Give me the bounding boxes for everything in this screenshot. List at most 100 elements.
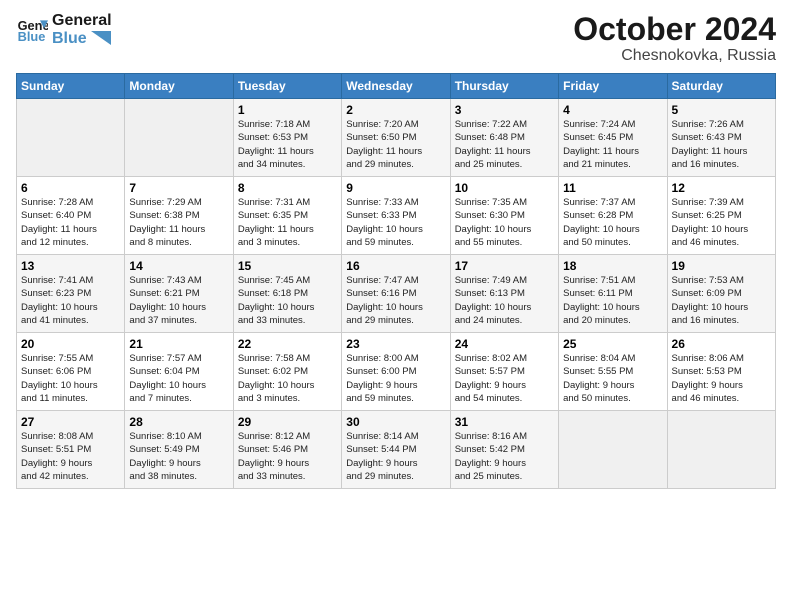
- day-info: Sunrise: 7:31 AM Sunset: 6:35 PM Dayligh…: [238, 196, 337, 249]
- day-cell: 24Sunrise: 8:02 AM Sunset: 5:57 PM Dayli…: [450, 333, 558, 411]
- day-cell: [125, 99, 233, 177]
- logo-arrow-icon: [91, 31, 111, 45]
- day-cell: 17Sunrise: 7:49 AM Sunset: 6:13 PM Dayli…: [450, 255, 558, 333]
- day-info: Sunrise: 7:41 AM Sunset: 6:23 PM Dayligh…: [21, 274, 120, 327]
- day-number: 20: [21, 337, 120, 351]
- day-number: 18: [563, 259, 662, 273]
- day-number: 28: [129, 415, 228, 429]
- day-cell: 8Sunrise: 7:31 AM Sunset: 6:35 PM Daylig…: [233, 177, 341, 255]
- day-number: 31: [455, 415, 554, 429]
- day-number: 6: [21, 181, 120, 195]
- calendar-table: Sunday Monday Tuesday Wednesday Thursday…: [16, 73, 776, 489]
- day-cell: 18Sunrise: 7:51 AM Sunset: 6:11 PM Dayli…: [559, 255, 667, 333]
- day-info: Sunrise: 7:20 AM Sunset: 6:50 PM Dayligh…: [346, 118, 445, 171]
- month-title: October 2024: [573, 12, 776, 47]
- header: General Blue General Blue October 2024 C…: [16, 12, 776, 65]
- day-info: Sunrise: 8:16 AM Sunset: 5:42 PM Dayligh…: [455, 430, 554, 483]
- day-number: 9: [346, 181, 445, 195]
- day-number: 24: [455, 337, 554, 351]
- day-number: 27: [21, 415, 120, 429]
- day-number: 1: [238, 103, 337, 117]
- day-number: 30: [346, 415, 445, 429]
- day-number: 2: [346, 103, 445, 117]
- day-info: Sunrise: 7:28 AM Sunset: 6:40 PM Dayligh…: [21, 196, 120, 249]
- day-cell: 16Sunrise: 7:47 AM Sunset: 6:16 PM Dayli…: [342, 255, 450, 333]
- day-cell: 1Sunrise: 7:18 AM Sunset: 6:53 PM Daylig…: [233, 99, 341, 177]
- col-thursday: Thursday: [450, 74, 558, 99]
- day-info: Sunrise: 8:12 AM Sunset: 5:46 PM Dayligh…: [238, 430, 337, 483]
- logo: General Blue General Blue: [16, 12, 112, 47]
- week-row-0: 1Sunrise: 7:18 AM Sunset: 6:53 PM Daylig…: [17, 99, 776, 177]
- day-cell: 11Sunrise: 7:37 AM Sunset: 6:28 PM Dayli…: [559, 177, 667, 255]
- day-number: 22: [238, 337, 337, 351]
- day-cell: [559, 411, 667, 489]
- day-cell: 9Sunrise: 7:33 AM Sunset: 6:33 PM Daylig…: [342, 177, 450, 255]
- day-info: Sunrise: 7:33 AM Sunset: 6:33 PM Dayligh…: [346, 196, 445, 249]
- day-info: Sunrise: 7:43 AM Sunset: 6:21 PM Dayligh…: [129, 274, 228, 327]
- day-cell: 10Sunrise: 7:35 AM Sunset: 6:30 PM Dayli…: [450, 177, 558, 255]
- day-info: Sunrise: 8:00 AM Sunset: 6:00 PM Dayligh…: [346, 352, 445, 405]
- day-cell: 12Sunrise: 7:39 AM Sunset: 6:25 PM Dayli…: [667, 177, 775, 255]
- day-cell: 31Sunrise: 8:16 AM Sunset: 5:42 PM Dayli…: [450, 411, 558, 489]
- day-number: 5: [672, 103, 771, 117]
- day-cell: 29Sunrise: 8:12 AM Sunset: 5:46 PM Dayli…: [233, 411, 341, 489]
- day-info: Sunrise: 8:14 AM Sunset: 5:44 PM Dayligh…: [346, 430, 445, 483]
- col-friday: Friday: [559, 74, 667, 99]
- day-cell: 4Sunrise: 7:24 AM Sunset: 6:45 PM Daylig…: [559, 99, 667, 177]
- week-row-4: 27Sunrise: 8:08 AM Sunset: 5:51 PM Dayli…: [17, 411, 776, 489]
- day-cell: 25Sunrise: 8:04 AM Sunset: 5:55 PM Dayli…: [559, 333, 667, 411]
- day-cell: 2Sunrise: 7:20 AM Sunset: 6:50 PM Daylig…: [342, 99, 450, 177]
- day-info: Sunrise: 7:51 AM Sunset: 6:11 PM Dayligh…: [563, 274, 662, 327]
- day-info: Sunrise: 7:24 AM Sunset: 6:45 PM Dayligh…: [563, 118, 662, 171]
- day-cell: 3Sunrise: 7:22 AM Sunset: 6:48 PM Daylig…: [450, 99, 558, 177]
- page: General Blue General Blue October 2024 C…: [0, 0, 792, 612]
- day-info: Sunrise: 8:08 AM Sunset: 5:51 PM Dayligh…: [21, 430, 120, 483]
- svg-text:Blue: Blue: [18, 29, 46, 44]
- day-cell: 5Sunrise: 7:26 AM Sunset: 6:43 PM Daylig…: [667, 99, 775, 177]
- day-number: 19: [672, 259, 771, 273]
- col-tuesday: Tuesday: [233, 74, 341, 99]
- day-cell: 28Sunrise: 8:10 AM Sunset: 5:49 PM Dayli…: [125, 411, 233, 489]
- logo-blue: Blue: [52, 30, 112, 48]
- day-info: Sunrise: 7:45 AM Sunset: 6:18 PM Dayligh…: [238, 274, 337, 327]
- day-info: Sunrise: 7:47 AM Sunset: 6:16 PM Dayligh…: [346, 274, 445, 327]
- day-info: Sunrise: 8:10 AM Sunset: 5:49 PM Dayligh…: [129, 430, 228, 483]
- day-info: Sunrise: 7:49 AM Sunset: 6:13 PM Dayligh…: [455, 274, 554, 327]
- day-info: Sunrise: 7:57 AM Sunset: 6:04 PM Dayligh…: [129, 352, 228, 405]
- day-info: Sunrise: 7:39 AM Sunset: 6:25 PM Dayligh…: [672, 196, 771, 249]
- day-cell: 20Sunrise: 7:55 AM Sunset: 6:06 PM Dayli…: [17, 333, 125, 411]
- col-monday: Monday: [125, 74, 233, 99]
- col-wednesday: Wednesday: [342, 74, 450, 99]
- week-row-1: 6Sunrise: 7:28 AM Sunset: 6:40 PM Daylig…: [17, 177, 776, 255]
- day-cell: 23Sunrise: 8:00 AM Sunset: 6:00 PM Dayli…: [342, 333, 450, 411]
- day-info: Sunrise: 8:02 AM Sunset: 5:57 PM Dayligh…: [455, 352, 554, 405]
- day-cell: 30Sunrise: 8:14 AM Sunset: 5:44 PM Dayli…: [342, 411, 450, 489]
- subtitle: Chesnokovka, Russia: [573, 47, 776, 65]
- day-number: 21: [129, 337, 228, 351]
- day-number: 23: [346, 337, 445, 351]
- day-info: Sunrise: 8:06 AM Sunset: 5:53 PM Dayligh…: [672, 352, 771, 405]
- day-number: 17: [455, 259, 554, 273]
- header-row: Sunday Monday Tuesday Wednesday Thursday…: [17, 74, 776, 99]
- calendar-body: 1Sunrise: 7:18 AM Sunset: 6:53 PM Daylig…: [17, 99, 776, 489]
- day-number: 16: [346, 259, 445, 273]
- day-cell: 22Sunrise: 7:58 AM Sunset: 6:02 PM Dayli…: [233, 333, 341, 411]
- calendar-header: Sunday Monday Tuesday Wednesday Thursday…: [17, 74, 776, 99]
- day-number: 29: [238, 415, 337, 429]
- day-info: Sunrise: 7:55 AM Sunset: 6:06 PM Dayligh…: [21, 352, 120, 405]
- week-row-3: 20Sunrise: 7:55 AM Sunset: 6:06 PM Dayli…: [17, 333, 776, 411]
- day-number: 13: [21, 259, 120, 273]
- day-info: Sunrise: 7:29 AM Sunset: 6:38 PM Dayligh…: [129, 196, 228, 249]
- day-cell: 14Sunrise: 7:43 AM Sunset: 6:21 PM Dayli…: [125, 255, 233, 333]
- logo-icon: General Blue: [16, 14, 48, 46]
- day-info: Sunrise: 7:26 AM Sunset: 6:43 PM Dayligh…: [672, 118, 771, 171]
- day-cell: 19Sunrise: 7:53 AM Sunset: 6:09 PM Dayli…: [667, 255, 775, 333]
- day-cell: 21Sunrise: 7:57 AM Sunset: 6:04 PM Dayli…: [125, 333, 233, 411]
- day-number: 11: [563, 181, 662, 195]
- day-number: 26: [672, 337, 771, 351]
- day-number: 7: [129, 181, 228, 195]
- day-info: Sunrise: 7:37 AM Sunset: 6:28 PM Dayligh…: [563, 196, 662, 249]
- day-number: 3: [455, 103, 554, 117]
- day-cell: 15Sunrise: 7:45 AM Sunset: 6:18 PM Dayli…: [233, 255, 341, 333]
- day-cell: 27Sunrise: 8:08 AM Sunset: 5:51 PM Dayli…: [17, 411, 125, 489]
